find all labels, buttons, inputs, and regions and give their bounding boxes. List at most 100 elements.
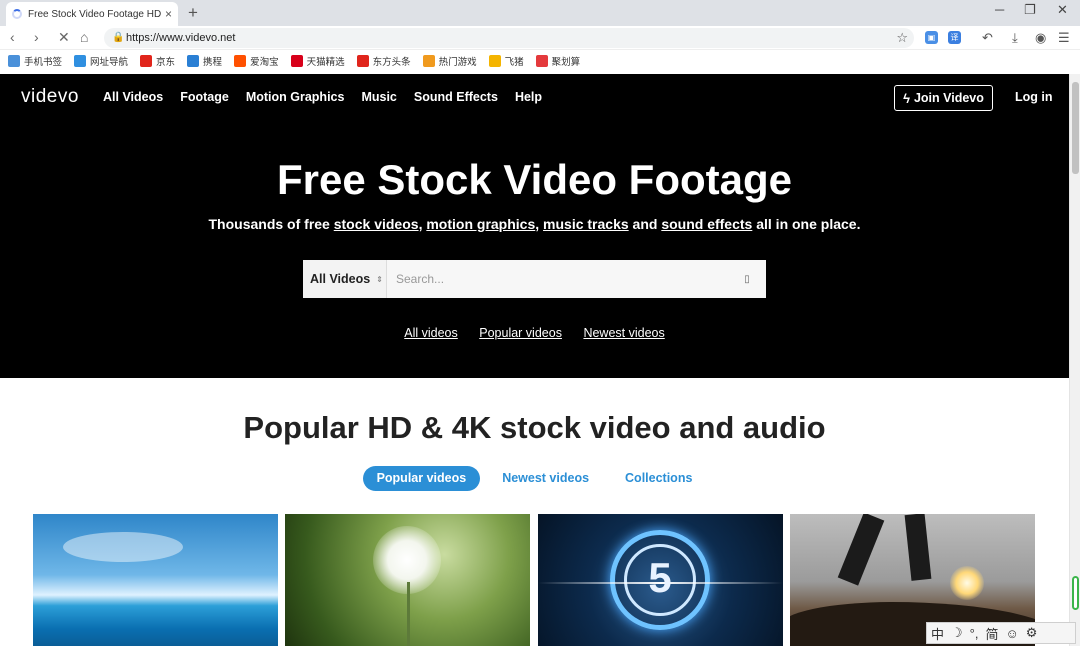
bookmark-item[interactable]: 聚划算 — [535, 54, 580, 68]
ime-toolbar: 中 ☽ °, 简 ☺ ⚙ — [926, 622, 1076, 644]
juhuasuan-icon — [535, 55, 548, 67]
menu-icon[interactable]: ☰ — [1058, 30, 1070, 46]
nav-motion-graphics[interactable]: Motion Graphics — [246, 90, 345, 104]
content-tabs: Popular videos Newest videos Collections — [0, 466, 1069, 491]
bookmark-item[interactable]: 热门游戏 — [422, 54, 477, 68]
sun-shape — [949, 566, 984, 600]
toutiao-icon — [356, 55, 369, 67]
emoji-icon[interactable]: ☺ — [1006, 626, 1019, 641]
search-bar: All Videos ⇕ ▯ — [303, 260, 766, 298]
bookmark-item[interactable]: 携程 — [187, 54, 222, 68]
tab-newest-videos[interactable]: Newest videos — [488, 466, 603, 491]
extension-icon[interactable]: ▣ — [925, 31, 938, 44]
bookmark-label: 东方头条 — [372, 57, 411, 68]
dandelion-stem — [407, 582, 411, 646]
ime-mode-toggle[interactable]: 中 — [931, 624, 944, 643]
bookmark-item[interactable]: 天猫精选 — [290, 54, 345, 68]
simplified-toggle[interactable]: 简 — [985, 624, 998, 643]
quick-links: All videos Popular videos Newest videos — [0, 326, 1069, 340]
nav-all-videos[interactable]: All Videos — [103, 90, 163, 104]
bookmark-label: 网址导航 — [90, 57, 129, 68]
phone-icon — [8, 55, 20, 67]
stock-videos-link[interactable]: stock videos — [334, 216, 419, 232]
newest-videos-link[interactable]: Newest videos — [583, 326, 664, 340]
bookmark-label: 手机书签 — [24, 57, 63, 68]
download-icon[interactable]: ⤓ — [1012, 30, 1018, 46]
restore-button[interactable]: ❐ — [1024, 2, 1036, 18]
tagline-separator: , — [535, 216, 544, 232]
bookmark-label: 携程 — [203, 57, 223, 68]
bookmark-item[interactable]: 东方头条 — [356, 54, 411, 68]
tab-collections[interactable]: Collections — [611, 466, 706, 491]
new-tab-button[interactable]: + — [188, 3, 198, 23]
videvo-logo[interactable]: videvo — [21, 86, 79, 108]
bookmark-item[interactable]: 手机书签 — [8, 54, 62, 68]
tab-close-icon[interactable]: × — [165, 7, 172, 21]
search-input[interactable] — [387, 260, 728, 298]
settings-gear-icon[interactable]: ⚙ — [1026, 625, 1038, 641]
lightning-icon: ϟ — [903, 90, 910, 106]
close-window-button[interactable]: ✕ — [1057, 2, 1068, 18]
bookmark-label: 天猫精选 — [306, 57, 345, 68]
all-videos-link[interactable]: All videos — [404, 326, 458, 340]
popular-videos-link[interactable]: Popular videos — [479, 326, 562, 340]
scrollbar-thumb[interactable] — [1072, 82, 1079, 174]
bookmark-star-icon[interactable]: ☆ — [896, 30, 908, 46]
punctuation-toggle[interactable]: °, — [970, 626, 979, 641]
browser-tab[interactable]: Free Stock Video Footage HD × — [6, 2, 178, 26]
account-icon[interactable]: ◉ — [1035, 30, 1046, 46]
video-thumb-ocean[interactable] — [33, 514, 278, 646]
search-button[interactable]: ▯ — [728, 260, 766, 298]
bookmark-item[interactable]: 飞猪 — [488, 54, 524, 68]
minimize-button[interactable]: ─ — [995, 2, 1004, 17]
bookmark-item[interactable]: 京东 — [140, 54, 175, 68]
select-arrow-icon: ⇕ — [376, 274, 383, 284]
login-link[interactable]: Log in — [1015, 90, 1053, 104]
category-value: All Videos — [310, 272, 371, 286]
category-select[interactable]: All Videos ⇕ — [303, 260, 387, 298]
browser-toolbar: ‹ › ✕ ⌂ 🔒 https://www.videvo.net ☆ ▣ 译 ↶… — [0, 26, 1080, 50]
bookmark-item[interactable]: 爱淘宝 — [234, 54, 279, 68]
side-widget[interactable] — [1072, 576, 1079, 610]
nav-icon — [74, 55, 87, 67]
hero-title: Free Stock Video Footage — [276, 156, 792, 203]
url-text[interactable]: https://www.videvo.net — [126, 32, 235, 44]
home-icon[interactable]: ⌂ — [80, 29, 88, 45]
sound-effects-link[interactable]: sound effects — [661, 216, 752, 232]
leg-shape — [904, 514, 932, 581]
nav-music[interactable]: Music — [361, 90, 396, 104]
jd-icon — [140, 55, 153, 67]
forward-icon[interactable]: › — [34, 29, 39, 45]
nav-help[interactable]: Help — [515, 90, 542, 104]
video-thumb-dandelion[interactable] — [285, 514, 531, 646]
stop-icon[interactable]: ✕ — [58, 29, 70, 46]
bookmark-label: 京东 — [156, 57, 176, 68]
bookmark-label: 热门游戏 — [438, 57, 477, 68]
tab-title: Free Stock Video Footage HD — [28, 8, 161, 20]
bookmark-label: 飞猪 — [504, 57, 524, 68]
address-bar[interactable]: 🔒 https://www.videvo.net ☆ — [104, 28, 914, 48]
music-tracks-link[interactable]: music tracks — [543, 216, 629, 232]
nav-sound-effects[interactable]: Sound Effects — [414, 90, 498, 104]
taobao-icon — [234, 55, 247, 67]
moon-icon[interactable]: ☽ — [951, 625, 963, 641]
translate-icon[interactable]: 译 — [948, 31, 961, 44]
undo-icon[interactable]: ↶ — [982, 30, 993, 46]
countdown-number: 5 — [648, 554, 672, 601]
video-thumb-countdown[interactable]: 5 — [537, 514, 783, 646]
bookmark-item[interactable]: 网址导航 — [74, 54, 128, 68]
ctrip-icon — [187, 55, 200, 67]
popular-section-title: Popular HD & 4K stock video and audio — [243, 410, 826, 445]
search-icon: ▯ — [744, 273, 750, 285]
fliggy-icon — [488, 55, 501, 67]
hero-tagline: Thousands of free stock videos, motion g… — [0, 216, 1069, 232]
main-nav: All Videos Footage Motion Graphics Music… — [103, 90, 559, 104]
join-videvo-button[interactable]: ϟ Join Videvo — [894, 85, 993, 111]
tab-popular-videos[interactable]: Popular videos — [362, 466, 481, 491]
page-scrollbar[interactable] — [1069, 74, 1080, 646]
nav-footage[interactable]: Footage — [180, 90, 229, 104]
lock-icon: 🔒 — [112, 32, 125, 43]
back-icon[interactable]: ‹ — [10, 29, 15, 45]
tagline-prefix: Thousands of free — [208, 216, 334, 232]
motion-graphics-link[interactable]: motion graphics — [426, 216, 535, 232]
